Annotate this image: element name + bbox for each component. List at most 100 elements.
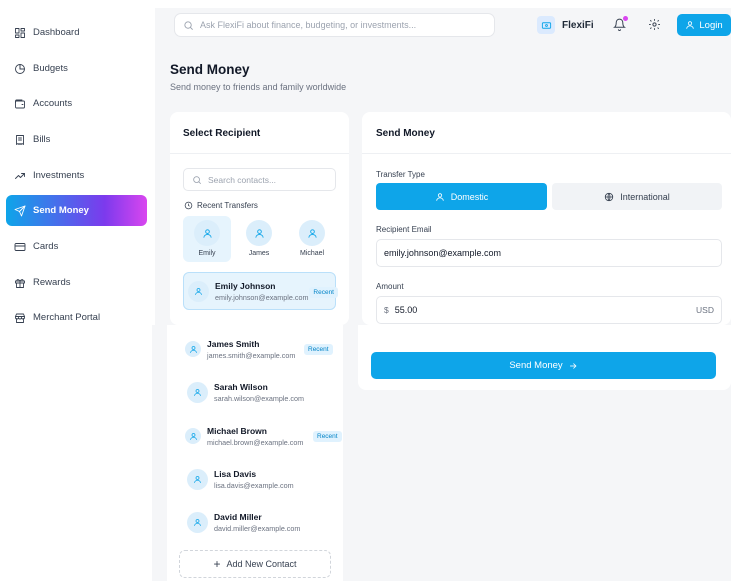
contact-row-lisa-davis[interactable]: Lisa Davis lisa.davis@example.com (183, 460, 336, 498)
ai-search-input[interactable]: Ask FlexiFi about finance, budgeting, or… (174, 13, 495, 37)
login-button[interactable]: Login (677, 14, 731, 36)
sidebar-item-label: Dashboard (33, 27, 80, 38)
recipient-card-title: Select Recipient (183, 128, 261, 139)
search-icon (193, 175, 202, 184)
sidebar-item-send-money[interactable]: Send Money (6, 195, 147, 226)
sidebar-item-bills[interactable]: Bills (6, 124, 147, 155)
recipient-email-label: Recipient Email (376, 225, 432, 234)
contact-email: lisa.davis@example.com (214, 480, 294, 490)
recent-contact-name: Michael (299, 250, 325, 257)
store-icon (14, 312, 26, 324)
contact-email: michael.brown@example.com (207, 437, 304, 447)
pie-chart-icon (14, 63, 26, 75)
send-money-button[interactable]: Send Money (371, 352, 716, 379)
contact-email: emily.johnson@example.com (215, 292, 309, 302)
sidebar-item-label: Bills (33, 134, 51, 145)
search-icon (184, 20, 193, 30)
user-icon (194, 518, 201, 526)
recent-transfers-label: Recent Transfers (184, 201, 258, 210)
recipient-email-value: emily.johnson@example.com (384, 248, 502, 258)
user-icon (254, 228, 264, 238)
avatar (299, 220, 325, 246)
gear-icon (649, 19, 660, 30)
sidebar-item-dashboard[interactable]: Dashboard (6, 17, 147, 48)
recent-contact-emily[interactable]: Emily (183, 216, 231, 262)
contact-email: david.miller@example.com (214, 523, 301, 533)
sidebar-item-label: Accounts (33, 98, 73, 109)
recent-badge: Recent (309, 287, 338, 298)
avatar (246, 220, 272, 246)
user-icon (189, 432, 197, 440)
avatar (187, 511, 208, 533)
sidebar-item-label: Send Money (33, 205, 89, 216)
contact-name: David Miller (214, 511, 262, 522)
contact-email: james.smith@example.com (207, 350, 296, 360)
avatar (185, 428, 201, 444)
sidebar-item-investments[interactable]: Investments (6, 160, 147, 191)
sidebar: Dashboard Budgets Accounts Bills Investm… (0, 0, 155, 325)
user-icon (202, 228, 212, 238)
notifications-button[interactable] (613, 16, 628, 32)
avatar (187, 468, 208, 490)
recent-contact-name: James (248, 250, 270, 257)
recent-contact-michael[interactable]: Michael (288, 216, 336, 262)
brand[interactable]: FlexiFi (537, 16, 594, 34)
send-form-title: Send Money (376, 128, 435, 139)
brand-name: FlexiFi (562, 19, 594, 31)
sidebar-item-label: Investments (33, 170, 85, 181)
contact-search-placeholder: Search contacts... (208, 174, 277, 185)
page-subtitle: Send money to friends and family worldwi… (170, 82, 347, 92)
domestic-toggle[interactable]: Domestic (376, 183, 547, 210)
gift-icon (14, 277, 26, 289)
avatar (187, 381, 208, 403)
plus-icon: + (213, 557, 221, 571)
contact-name: Emily Johnson (215, 280, 276, 291)
contact-row-david-miller[interactable]: David Miller david.miller@example.com (183, 503, 336, 541)
recipient-email-field[interactable]: emily.johnson@example.com (376, 239, 722, 267)
user-icon (686, 21, 695, 29)
sidebar-item-label: Merchant Portal (33, 312, 101, 323)
currency-symbol: $ (384, 305, 389, 315)
page-title: Send Money (170, 62, 250, 77)
contact-name: Michael Brown (207, 425, 267, 436)
receipt-icon (14, 134, 26, 146)
sidebar-item-merchant-portal[interactable]: Merchant Portal (6, 302, 147, 333)
sidebar-item-rewards[interactable]: Rewards (6, 267, 147, 298)
contact-row-sarah-wilson[interactable]: Sarah Wilson sarah.wilson@example.com (183, 373, 336, 411)
contact-row-james-smith[interactable]: James Smith james.smith@example.com Recen… (183, 330, 336, 368)
notification-dot (623, 16, 628, 21)
recent-transfers-text: Recent Transfers (197, 201, 258, 210)
international-toggle[interactable]: International (552, 183, 722, 210)
sidebar-item-label: Budgets (33, 63, 68, 74)
domestic-label: Domestic (450, 191, 489, 202)
sidebar-item-accounts[interactable]: Accounts (6, 88, 147, 119)
avatar (194, 220, 220, 246)
contact-name: Lisa Davis (214, 468, 257, 479)
contact-name: Sarah Wilson (214, 381, 268, 392)
recent-contact-name: Emily (198, 250, 216, 257)
add-new-contact-button[interactable]: + Add New Contact (179, 550, 331, 578)
amount-field[interactable]: $ 55.00 USD (376, 296, 722, 324)
settings-button[interactable] (648, 18, 661, 36)
sidebar-item-budgets[interactable]: Budgets (6, 53, 147, 84)
sidebar-item-label: Cards (33, 241, 59, 252)
avatar (188, 280, 209, 302)
user-icon (307, 228, 317, 238)
contact-row-michael-brown[interactable]: Michael Brown michael.brown@example.com R… (183, 417, 342, 455)
transfer-type-label: Transfer Type (376, 170, 425, 179)
contact-search-input[interactable]: Search contacts... (183, 168, 336, 191)
user-icon (195, 287, 202, 295)
user-icon (189, 345, 197, 353)
trending-up-icon (14, 170, 26, 182)
contact-email: sarah.wilson@example.com (214, 393, 304, 403)
contact-name: James Smith (207, 338, 260, 349)
recent-contact-james[interactable]: James (235, 216, 283, 262)
ai-search-placeholder: Ask FlexiFi about finance, budgeting, or… (200, 20, 417, 30)
credit-card-icon (14, 241, 26, 253)
contact-row-emily-johnson[interactable]: Emily Johnson emily.johnson@example.com R… (183, 272, 338, 310)
send-money-label: Send Money (509, 360, 563, 371)
amount-value: 55.00 (394, 305, 418, 315)
avatar (185, 341, 201, 357)
international-label: International (620, 191, 670, 202)
sidebar-item-cards[interactable]: Cards (6, 231, 147, 262)
